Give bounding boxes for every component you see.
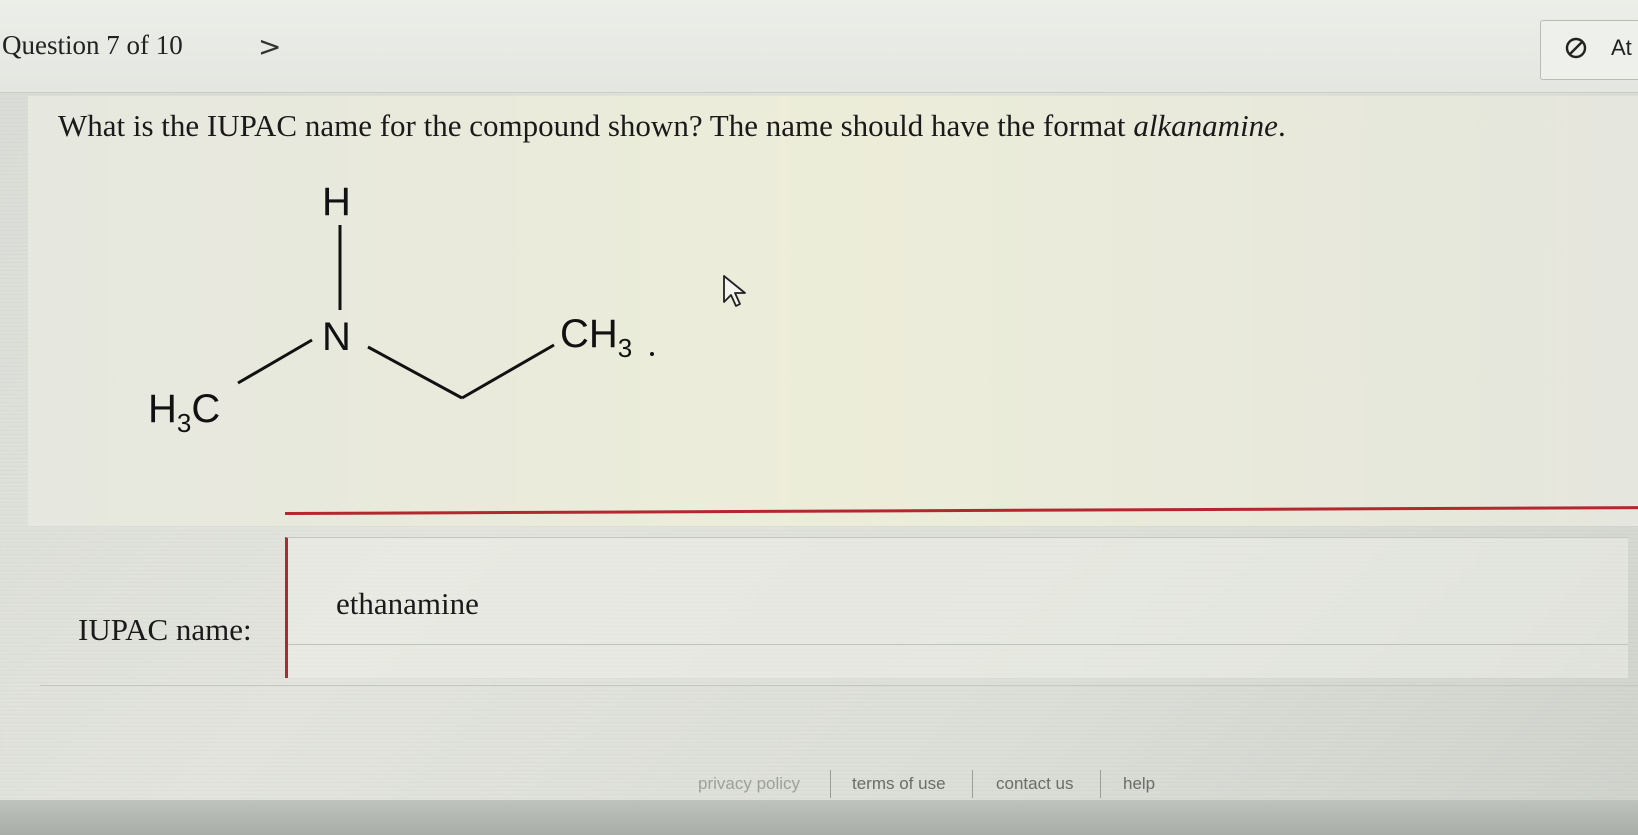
answer-value[interactable]: ethanamine (336, 586, 479, 622)
bond-n-ch2 (367, 345, 463, 400)
molecule-structure: H N H3C CH3 (148, 180, 654, 438)
atom-h: H (322, 180, 351, 224)
attempt-label: At (1611, 35, 1632, 60)
iupac-name-input[interactable]: ethanamine (285, 537, 1628, 678)
footer-separator (972, 770, 973, 798)
footer-links: privacy policy terms of use contact us h… (680, 770, 1200, 800)
trailing-dot (650, 352, 654, 356)
bond-ch2-ch3 (461, 343, 555, 400)
prompt-text: What is the IUPAC name for the compound … (58, 108, 1134, 143)
question-counter: Question 7 of 10 (2, 30, 183, 60)
input-underline (288, 644, 1628, 645)
methyl-right: CH3 (560, 312, 632, 363)
page-bottom-edge (0, 800, 1638, 835)
prompt-format: alkanamine (1133, 108, 1278, 143)
methyl-left: H3C (148, 387, 220, 438)
question-header: Question 7 of 10 > At (0, 0, 1638, 93)
next-question-chevron-icon[interactable]: > (258, 30, 281, 63)
answer-label: IUPAC name: (78, 612, 252, 647)
atom-n: N (322, 315, 351, 359)
bond-c-n (237, 338, 313, 385)
footer-link-terms[interactable]: terms of use (852, 774, 946, 794)
footer-link-privacy-policy[interactable]: privacy policy (698, 774, 800, 794)
no-attempt-icon (1565, 37, 1587, 59)
footer-link-contact[interactable]: contact us (996, 774, 1074, 794)
footer-separator (830, 770, 831, 798)
question-prompt: What is the IUPAC name for the compound … (58, 108, 1286, 144)
prompt-end: . (1277, 108, 1286, 143)
footer-separator (1100, 770, 1101, 798)
attempt-button[interactable]: At (1540, 20, 1638, 80)
divider (40, 685, 1638, 686)
mouse-pointer-icon (723, 275, 746, 307)
footer-link-help[interactable]: help (1123, 774, 1155, 794)
